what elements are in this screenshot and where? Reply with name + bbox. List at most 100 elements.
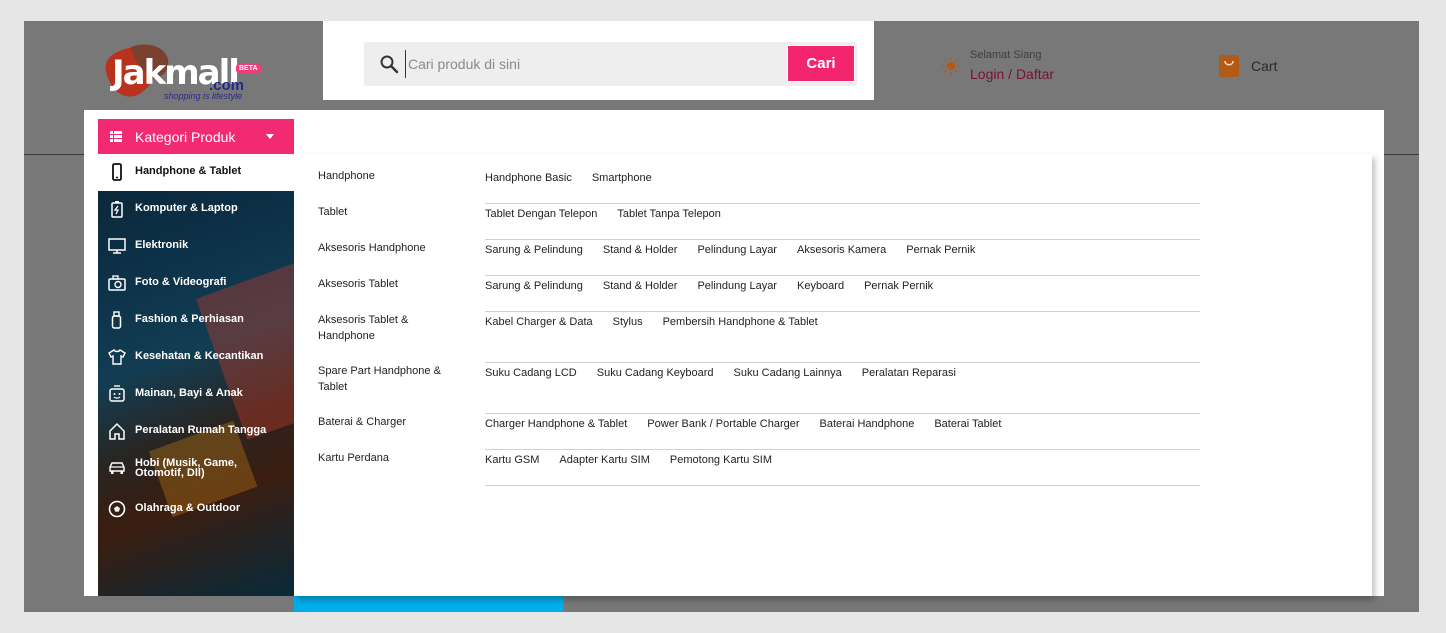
search-input[interactable]	[405, 50, 775, 78]
submenu-row-tablet: Tablet Tablet Dengan Telepon Tablet Tanpa…	[318, 204, 1200, 240]
greeting-text: Selamat Siang	[970, 49, 1042, 61]
home-icon	[109, 422, 125, 440]
submenu-category[interactable]: Aksesoris Handphone	[318, 240, 478, 256]
search-button[interactable]: Cari	[787, 45, 855, 82]
login-link[interactable]: Login	[970, 66, 1004, 82]
toy-icon	[109, 385, 125, 402]
sidebar-item-label: Mainan, Bayi & Anak	[135, 387, 243, 399]
cart-bag-icon	[1224, 60, 1234, 66]
submenu-item[interactable]: Pernak Pernik	[864, 278, 933, 294]
submenu-row-baterai-charger: Baterai & Charger Charger Handphone & Ta…	[318, 414, 1200, 450]
sidebar-item-label: Handphone & Tablet	[135, 165, 242, 177]
sidebar-item-label: Foto & Videografi	[135, 276, 227, 288]
car-icon	[109, 462, 125, 474]
beta-badge: BETA	[236, 64, 261, 73]
submenu-item[interactable]: Stylus	[613, 314, 643, 330]
submenu-list: Handphone Handphone Basic Smartphone Tabl…	[318, 168, 1200, 556]
submenu-item[interactable]: Stand & Holder	[603, 242, 678, 258]
search-container: Cari	[323, 21, 874, 100]
submenu-item[interactable]: Sarung & Pelindung	[485, 242, 583, 258]
submenu-item[interactable]: Pemotong Kartu SIM	[670, 452, 772, 468]
submenu-item[interactable]: Adapter Kartu SIM	[559, 452, 650, 468]
sidebar-item-handphone-tablet[interactable]: Handphone & Tablet	[98, 154, 294, 191]
sidebar-item-mainan-bayi-anak[interactable]: Mainan, Bayi & Anak	[98, 376, 294, 413]
submenu-row-aksesoris-handphone: Aksesoris Handphone Sarung & Pelindung St…	[318, 240, 1200, 276]
submenu-item[interactable]: Tablet Dengan Telepon	[485, 206, 597, 222]
monitor-icon	[108, 238, 126, 254]
sun-icon	[942, 57, 960, 75]
submenu-items: Tablet Dengan Telepon Tablet Tanpa Telepo…	[485, 204, 1200, 240]
submenu-category[interactable]: Handphone	[318, 168, 478, 184]
sidebar-item-foto-videografi[interactable]: Foto & Videografi	[98, 265, 294, 302]
category-sidebar: Handphone & Tablet Komputer & Laptop Ele…	[98, 154, 294, 596]
phone-icon	[112, 163, 122, 181]
submenu-item[interactable]: Suku Cadang LCD	[485, 365, 577, 381]
sidebar-item-kesehatan-kecantikan[interactable]: Kesehatan & Kecantikan	[98, 339, 294, 376]
submenu-item[interactable]: Suku Cadang Keyboard	[597, 365, 714, 381]
submenu-item[interactable]: Pelindung Layar	[697, 278, 777, 294]
register-link[interactable]: Daftar	[1016, 66, 1054, 82]
sidebar-item-label: Olahraga & Outdoor	[135, 502, 241, 514]
submenu-row-kartu-perdana: Kartu Perdana Kartu GSM Adapter Kartu SIM…	[318, 450, 1200, 486]
sidebar-item-label: Fashion & Perhiasan	[135, 313, 244, 325]
submenu-category[interactable]: Aksesoris Tablet	[318, 276, 478, 292]
submenu-item[interactable]: Sarung & Pelindung	[485, 278, 583, 294]
submenu-row-aksesoris-tablet-handphone: Aksesoris Tablet & Handphone Kabel Charg…	[318, 312, 1200, 363]
submenu-item[interactable]: Kabel Charger & Data	[485, 314, 593, 330]
submenu-item[interactable]: Aksesoris Kamera	[797, 242, 886, 258]
submenu-items: Kartu GSM Adapter Kartu SIM Pemotong Kartu…	[485, 450, 1200, 486]
submenu-item[interactable]: Suku Cadang Lainnya	[734, 365, 842, 381]
sidebar-item-label: Elektronik	[135, 239, 189, 251]
submenu-item[interactable]: Baterai Tablet	[934, 416, 1001, 432]
promo-tab-active[interactable]	[294, 596, 564, 612]
sidebar-item-hobi[interactable]: Hobi (Musik, Game, Otomotif, Dll)	[98, 450, 294, 487]
sidebar-item-olahraga-outdoor[interactable]: Olahraga & Outdoor	[98, 491, 294, 528]
logo-tagline: shopping is lifestyle	[164, 91, 243, 101]
submenu-item[interactable]: Stand & Holder	[603, 278, 678, 294]
submenu-row-handphone: Handphone Handphone Basic Smartphone	[318, 168, 1200, 204]
sidebar-item-komputer-laptop[interactable]: Komputer & Laptop	[98, 191, 294, 228]
sidebar-item-label: Kesehatan & Kecantikan	[135, 350, 264, 362]
submenu-item[interactable]: Charger Handphone & Tablet	[485, 416, 627, 432]
submenu-items: Sarung & Pelindung Stand & Holder Pelindun…	[485, 240, 1200, 276]
submenu-item[interactable]: Baterai Handphone	[820, 416, 915, 432]
submenu-item[interactable]: Handphone Basic	[485, 170, 572, 186]
submenu-item[interactable]: Smartphone	[592, 170, 652, 186]
submenu-items: Handphone Basic Smartphone	[485, 168, 1200, 204]
jakmall-logo[interactable]: Jakmall BETA .com shopping is lifestyle	[96, 41, 271, 103]
submenu-item[interactable]: Tablet Tanpa Telepon	[617, 206, 721, 222]
submenu-row-spare-part: Spare Part Handphone & Tablet Suku Cadan…	[318, 363, 1200, 414]
caret-down-icon	[266, 134, 274, 139]
auth-links: Login / Daftar	[970, 66, 1054, 82]
submenu-item[interactable]: Peralatan Reparasi	[862, 365, 956, 381]
search-bar: Cari	[364, 42, 857, 86]
cart-icon[interactable]	[1219, 55, 1239, 77]
kategori-dropdown-button[interactable]: Kategori Produk	[98, 119, 294, 154]
submenu-category[interactable]: Aksesoris Tablet & Handphone	[318, 312, 428, 344]
search-icon[interactable]	[379, 54, 399, 74]
submenu-item[interactable]: Power Bank / Portable Charger	[647, 416, 799, 432]
submenu-item[interactable]: Pembersih Handphone & Tablet	[663, 314, 818, 330]
ball-icon	[108, 500, 126, 518]
submenu-item[interactable]: Keyboard	[797, 278, 844, 294]
cart-label[interactable]: Cart	[1251, 58, 1277, 74]
submenu-category[interactable]: Spare Part Handphone & Tablet	[318, 363, 448, 395]
battery-icon	[111, 201, 123, 218]
submenu-category[interactable]: Kartu Perdana	[318, 450, 478, 466]
submenu-items: Charger Handphone & Tablet Power Bank / P…	[485, 414, 1200, 450]
sidebar-item-label: Peralatan Rumah Tangga	[135, 424, 267, 436]
sidebar-item-label: Hobi (Musik, Game, Otomotif, Dll)	[135, 457, 238, 479]
submenu-item[interactable]: Pernak Pernik	[906, 242, 975, 258]
sidebar-item-elektronik[interactable]: Elektronik	[98, 228, 294, 265]
submenu-category[interactable]: Tablet	[318, 204, 478, 220]
sidebar-item-fashion-perhiasan[interactable]: Fashion & Perhiasan	[98, 302, 294, 339]
submenu-row-aksesoris-tablet: Aksesoris Tablet Sarung & Pelindung Stand…	[318, 276, 1200, 312]
submenu-item[interactable]: Kartu GSM	[485, 452, 539, 468]
submenu-items: Sarung & Pelindung Stand & Holder Pelindun…	[485, 276, 1200, 312]
submenu-item[interactable]: Pelindung Layar	[697, 242, 777, 258]
sidebar-item-label: Komputer & Laptop	[135, 202, 238, 214]
submenu-items: Suku Cadang LCD Suku Cadang Keyboard Suku …	[485, 363, 1200, 414]
submenu-category[interactable]: Baterai & Charger	[318, 414, 478, 430]
sidebar-item-peralatan-rumah-tangga[interactable]: Peralatan Rumah Tangga	[98, 413, 294, 450]
auth-separator: /	[1004, 66, 1016, 82]
